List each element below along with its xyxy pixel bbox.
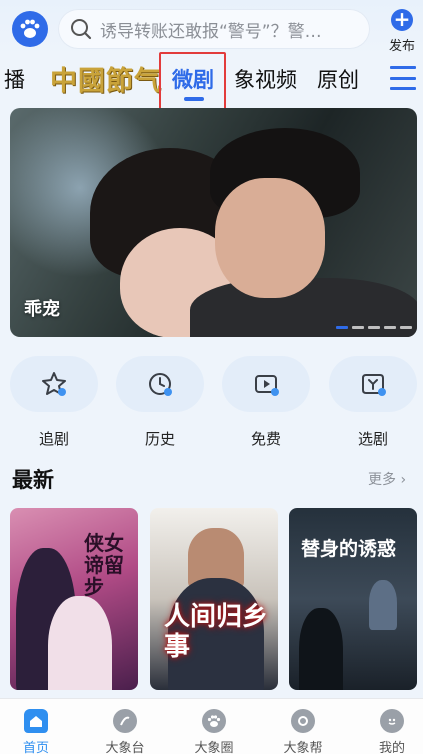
more-link[interactable]: 更多 › bbox=[368, 469, 406, 489]
clock-icon bbox=[149, 373, 172, 396]
quick-label: 免费 bbox=[250, 430, 281, 448]
poster-title: 侠女谛留步 bbox=[84, 531, 124, 599]
nav-home[interactable]: 首页 bbox=[1, 709, 71, 754]
section-title: 最新 bbox=[12, 468, 54, 492]
poster-figure bbox=[299, 608, 343, 690]
pager-dot bbox=[400, 326, 412, 329]
bottom-navigation: 首页 大象台 大象圈 大象帮 我的 bbox=[0, 698, 423, 754]
tab-china-solar-terms[interactable]: 中國節气 bbox=[50, 59, 162, 98]
quick-entries: 追剧 历史 免费 选剧 bbox=[0, 356, 423, 452]
nav-label: 大象帮 bbox=[283, 741, 323, 754]
search-placeholder: 诱导转账还敢报“警号”？警… bbox=[100, 21, 322, 42]
nav-label: 大象台 bbox=[105, 741, 145, 754]
plus-icon: + bbox=[391, 9, 413, 31]
pager-dot bbox=[352, 326, 364, 329]
nav-profile[interactable]: 我的 bbox=[357, 709, 423, 754]
publish-label: 发布 bbox=[388, 39, 415, 54]
play-icon bbox=[255, 375, 279, 396]
nav-daxiangbang[interactable]: 大象帮 bbox=[268, 709, 338, 754]
app-logo-paw-icon[interactable] bbox=[12, 11, 48, 47]
pager-dot bbox=[336, 326, 348, 329]
tab-xiang-video[interactable]: 象视频 bbox=[234, 64, 297, 94]
poster-title: 替身的诱惑 bbox=[301, 538, 397, 560]
banner-figure bbox=[215, 178, 325, 298]
nav-daxiangtai[interactable]: 大象台 bbox=[90, 709, 160, 754]
channel-menu-icon[interactable] bbox=[390, 66, 416, 90]
quick-follow-drama[interactable]: 追剧 bbox=[9, 356, 99, 452]
pager-dot bbox=[384, 326, 396, 329]
quick-label: 追剧 bbox=[38, 430, 69, 448]
banner-title: 乖宠 bbox=[24, 299, 60, 320]
drama-poster[interactable]: 人间归乡事 bbox=[150, 508, 278, 690]
poster-figure bbox=[369, 580, 397, 630]
star-icon bbox=[42, 372, 66, 396]
tv-icon bbox=[113, 709, 137, 733]
poster-figure bbox=[48, 596, 112, 690]
tab-bo[interactable]: 播 bbox=[4, 64, 25, 94]
drama-poster[interactable]: 侠女谛留步 bbox=[10, 508, 138, 690]
nav-label: 首页 bbox=[22, 741, 49, 754]
tab-highlight-box bbox=[159, 52, 226, 112]
select-icon bbox=[362, 374, 386, 396]
profile-icon bbox=[380, 709, 404, 733]
search-icon bbox=[71, 19, 92, 40]
pager-dot bbox=[368, 326, 380, 329]
quick-select-drama[interactable]: 选剧 bbox=[328, 356, 418, 452]
drama-poster[interactable]: 替身的诱惑 bbox=[289, 508, 417, 690]
nav-label: 我的 bbox=[378, 741, 405, 754]
tab-original[interactable]: 原创 bbox=[317, 64, 359, 94]
nav-label: 大象圈 bbox=[194, 741, 234, 754]
help-icon bbox=[291, 709, 315, 733]
quick-label: 选剧 bbox=[357, 430, 388, 448]
publish-button[interactable]: + 发布 bbox=[384, 9, 420, 55]
search-bar[interactable]: 诱导转账还敢报“警号”？警… bbox=[58, 9, 370, 49]
home-icon bbox=[24, 709, 48, 733]
quick-label: 历史 bbox=[144, 430, 175, 448]
quick-free[interactable]: 免费 bbox=[221, 356, 311, 452]
featured-banner[interactable]: 乖宠 bbox=[10, 108, 417, 337]
banner-pager bbox=[336, 326, 412, 329]
nav-daxiangquan[interactable]: 大象圈 bbox=[179, 709, 249, 754]
quick-history[interactable]: 历史 bbox=[115, 356, 205, 452]
paw-icon bbox=[202, 709, 226, 733]
poster-title: 人间归乡事 bbox=[164, 602, 269, 662]
top-header: 诱导转账还敢报“警号”？警… + 发布 bbox=[0, 0, 423, 56]
